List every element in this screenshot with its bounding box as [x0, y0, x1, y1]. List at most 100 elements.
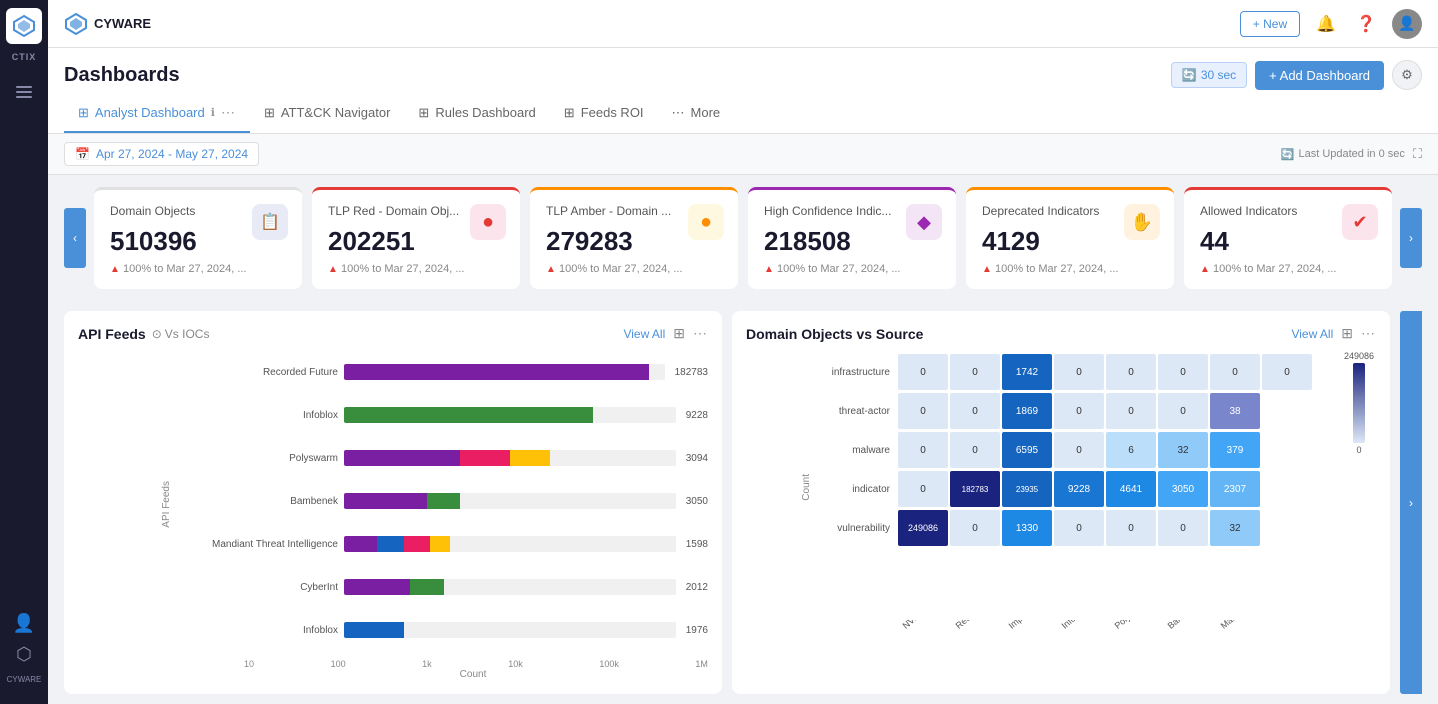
new-button[interactable]: + New: [1240, 11, 1300, 37]
cards-next-arrow[interactable]: ›: [1400, 208, 1422, 268]
hm-cell-vuln-5: 0: [1158, 510, 1208, 546]
bar-chart-area: API Feeds Recorded Future 182783 Infoblo…: [78, 354, 708, 680]
bar-track-2: [344, 450, 676, 466]
bar-val-1: 9228: [686, 410, 708, 421]
user-icon[interactable]: 👤: [13, 613, 35, 634]
menu-toggle[interactable]: [8, 78, 40, 106]
hm-label-threat: threat-actor: [816, 406, 896, 417]
scale-gradient: [1353, 363, 1365, 443]
topbar: CYWARE + New 🔔 ❓ 👤: [48, 0, 1438, 48]
hm-cell-ind-1: 182783: [950, 471, 1000, 507]
brand-icon[interactable]: ⬡: [16, 644, 32, 665]
header-right: 🔄 30 sec + Add Dashboard ⚙: [1171, 60, 1422, 90]
heatmap-menu-icon[interactable]: ⋯: [1361, 325, 1376, 342]
hm-cell-mal-2: 6595: [1002, 432, 1052, 468]
refresh-icon: 🔄: [1281, 148, 1295, 161]
heatmap-y-axis-container: Count: [746, 354, 816, 620]
hm-cell-vuln-3: 0: [1054, 510, 1104, 546]
bar-chart-view-all[interactable]: View All: [623, 327, 665, 341]
card-domain-objects: 📋 Domain Objects 510396 ▲ 100% to Mar 27…: [94, 187, 302, 289]
bar-seg-5b: [410, 579, 443, 595]
hm-cell-threat-4: 0: [1106, 393, 1156, 429]
bar-track-6: [344, 622, 676, 638]
hm-cell-vuln-2: 1330: [1002, 510, 1052, 546]
heatmap-y-label: Count: [801, 474, 812, 501]
hm-cell-ind-0: 0: [898, 471, 948, 507]
cards-container: 📋 Domain Objects 510396 ▲ 100% to Mar 27…: [86, 187, 1400, 289]
cyware-logo: CYWARE: [64, 12, 151, 36]
hm-cell-ind-3: 9228: [1054, 471, 1104, 507]
bar-row-infoblox2: Infoblox 1976: [178, 622, 708, 638]
bar-chart-subtitle: ⊙ Vs IOCs: [152, 327, 210, 341]
card-trend-high-conf: ▲ 100% to Mar 27, 2024, ...: [764, 263, 940, 275]
bar-track-4: [344, 536, 676, 552]
bar-chart-wrapper: API Feeds Recorded Future 182783 Infoblo…: [78, 354, 708, 655]
hm-cell-threat-6: 38: [1210, 393, 1260, 429]
notifications-icon[interactable]: 🔔: [1312, 10, 1340, 38]
date-range-picker[interactable]: 📅 Apr 27, 2024 - May 27, 2024: [64, 142, 259, 166]
bar-track-5: [344, 579, 676, 595]
avatar[interactable]: 👤: [1392, 9, 1422, 39]
card-icon-allowed: ✔: [1342, 204, 1378, 240]
scale-max: 249086: [1344, 354, 1374, 361]
tab-info-icon[interactable]: ℹ: [211, 106, 215, 119]
tab-more[interactable]: ⋯ More: [658, 95, 735, 133]
heatmap-header: Domain Objects vs Source View All ⊞ ⋯: [746, 325, 1376, 342]
card-allowed: ✔ Allowed Indicators 44 ▲ 100% to Mar 27…: [1184, 187, 1392, 289]
last-updated-text: 🔄 Last Updated in 0 sec: [1281, 148, 1405, 161]
hm-cell-ind-2: 23935: [1002, 471, 1052, 507]
tab-label-attck: ATT&CK Navigator: [281, 105, 391, 120]
heatmap-row-indicator: indicator 0 182783 23935 9228 4641 3050 …: [816, 471, 1376, 507]
last-updated-label: Last Updated in 0 sec: [1298, 148, 1404, 160]
bar-seg-2c: [510, 450, 550, 466]
bar-chart-menu-icon[interactable]: ⋯: [693, 325, 708, 342]
bar-chart-grid-icon[interactable]: ⊞: [673, 325, 685, 342]
hm-cell-infra-1: 0: [950, 354, 1000, 390]
card-icon-tlp-amber: ●: [688, 204, 724, 240]
bar-val-5: 2012: [686, 582, 708, 593]
tab-analyst-dashboard[interactable]: ⊞ Analyst Dashboard ℹ ⋯: [64, 94, 250, 133]
cards-prev-arrow[interactable]: ‹: [64, 208, 86, 268]
settings-icon[interactable]: ⚙: [1392, 60, 1422, 90]
card-icon-deprecated: ✋: [1124, 204, 1160, 240]
help-icon[interactable]: ❓: [1352, 10, 1380, 38]
fullscreen-icon[interactable]: ⛶: [1413, 146, 1422, 162]
hm-cell-infra-5: 0: [1158, 354, 1208, 390]
heatmap-wrapper: Count infrastructure 0 0 1742 0 0 0 0: [746, 354, 1376, 620]
bar-row-cyberint: CyberInt 2012: [178, 579, 708, 595]
tab-menu-icon[interactable]: ⋯: [221, 104, 236, 121]
tab-rules-dashboard[interactable]: ⊞ Rules Dashboard: [404, 95, 549, 133]
cyware-label: CYWARE: [7, 675, 42, 684]
heatmap-row-vulnerability: vulnerability 249086 0 1330 0 0 0 32: [816, 510, 1376, 546]
bar-val-6: 1976: [686, 625, 708, 636]
hm-cell-infra-3: 0: [1054, 354, 1104, 390]
hm-cell-vuln-1: 0: [950, 510, 1000, 546]
bar-label-0: Recorded Future: [178, 367, 338, 378]
bar-label-2: Polyswarm: [178, 453, 338, 464]
heatmap-actions: View All ⊞ ⋯: [1291, 325, 1376, 342]
x-axis-title: Count: [78, 669, 708, 680]
card-high-confidence: ◆ High Confidence Indic... 218508 ▲ 100%…: [748, 187, 956, 289]
hm-cell-mal-4: 6: [1106, 432, 1156, 468]
bar-seg-4b: [377, 536, 404, 552]
heatmap-scale: 249086 0: [1344, 354, 1374, 455]
bar-chart-title: API Feeds ⊙ Vs IOCs: [78, 326, 209, 342]
heatmap-view-all[interactable]: View All: [1291, 327, 1333, 341]
dashboard-header: Dashboards 🔄 30 sec + Add Dashboard ⚙ ⊞ …: [48, 48, 1438, 134]
card-tlp-amber: ● TLP Amber - Domain ... 279283 ▲ 100% t…: [530, 187, 738, 289]
bar-val-0: 182783: [675, 367, 708, 378]
bar-seg-3b: [427, 493, 460, 509]
tab-feeds-roi[interactable]: ⊞ Feeds ROI: [550, 95, 658, 133]
heatmap-grid-icon[interactable]: ⊞: [1341, 325, 1353, 342]
tab-label-analyst: Analyst Dashboard: [95, 105, 205, 120]
bar-rows: Recorded Future 182783 Infoblox 9228: [178, 354, 708, 655]
hm-label-malware: malware: [816, 445, 896, 456]
charts-next-arrow[interactable]: ›: [1400, 311, 1422, 694]
tab-attck-navigator[interactable]: ⊞ ATT&CK Navigator: [250, 95, 404, 133]
hm-cell-threat-2: 1869: [1002, 393, 1052, 429]
add-dashboard-button[interactable]: + Add Dashboard: [1255, 61, 1384, 90]
bar-seg-4c: [404, 536, 431, 552]
heatmap-row-infrastructure: infrastructure 0 0 1742 0 0 0 0 0: [816, 354, 1376, 390]
bar-seg-2a: [344, 450, 460, 466]
bar-label-4: Mandiant Threat Intelligence: [178, 539, 338, 550]
